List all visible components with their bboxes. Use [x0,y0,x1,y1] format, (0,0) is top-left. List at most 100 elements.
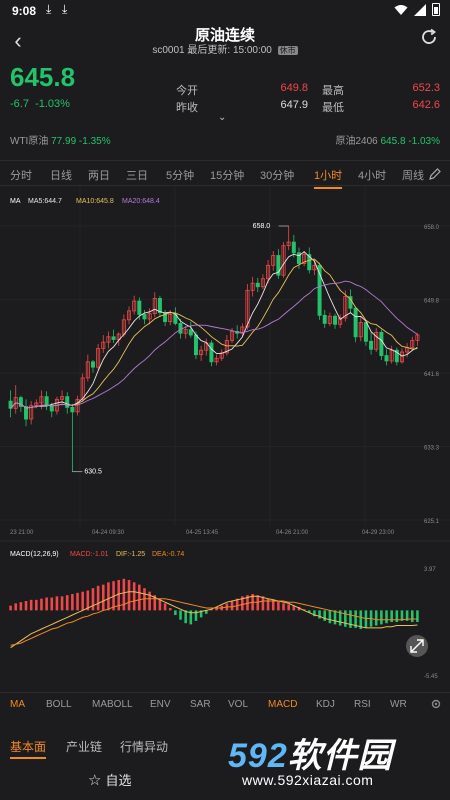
contract-2406-value: 645.8 [380,136,406,147]
macd-bar-positive [163,603,167,611]
contract-2406-quote[interactable]: 原油2406 645.8 -1.03% [335,132,440,147]
macd-bar-positive [256,595,260,611]
logo-brand: 软件园 [287,737,393,775]
tab-fundamentals[interactable]: 基本面 [10,738,47,759]
macd-bar-negative [179,610,182,620]
candle-down [188,329,193,336]
settings-icon[interactable] [430,698,442,710]
macd-bar-negative [385,610,388,624]
macd-bar-positive [19,602,23,611]
macd-y-tick: -5.45 [424,674,438,680]
tab-period-1h[interactable]: 1小时 [314,167,343,189]
x-tick-label: 23 21:00 [10,530,34,536]
tab-period-two-day[interactable]: 两日 [88,167,110,183]
site-url: www.592xiazai.com [242,772,374,788]
chart-grid [0,186,450,542]
tab-indicator-rsi[interactable]: RSI [354,699,371,710]
kline-chart[interactable]: MA MA5:644.7 MA10:645.8 MA20:648.4 658.0… [0,186,450,690]
macd-bar-negative [333,610,337,625]
tab-indicator-macd[interactable]: MACD [268,699,297,710]
tab-period-intraday[interactable]: 分时 [10,167,32,183]
open-label: 今开 [176,85,198,97]
tab-indicator-ma[interactable]: MA [10,699,25,710]
candle-down [209,342,214,363]
tab-period-30min[interactable]: 30分钟 [260,167,294,183]
tab-indicator-boll[interactable]: BOLL [46,699,72,710]
candle-down [137,300,142,315]
macd-bar-positive [91,588,95,611]
indicator-tabs: MA BOLL MABOLL ENV SAR VOL MACD KDJ RSI … [0,692,450,716]
tab-period-weekly[interactable]: 周线 [402,167,424,183]
download-icon: ⤓ [46,2,52,16]
tab-indicator-vol[interactable]: VOL [228,699,248,710]
x-tick-label: 04-25 13:45 [186,530,219,536]
tab-indicator-sar[interactable]: SAR [190,699,211,710]
x-tick-label: 04-29 23:00 [362,530,395,536]
candle-down [322,314,327,324]
edit-icon[interactable] [428,167,442,181]
tab-indicator-env[interactable]: ENV [150,699,171,710]
tab-indicator-kdj[interactable]: KDJ [316,699,335,710]
macd-bar-positive [266,598,270,611]
candles [8,226,420,472]
tab-period-15min[interactable]: 15分钟 [210,167,244,183]
site-logo: 592软件园 www.592xiazai.com [220,726,448,798]
tab-period-4h[interactable]: 4小时 [358,167,386,183]
contract-2406-percent: -1.03% [408,136,440,147]
top-nav: ‹ 原油连续 sc0001 最后更新: 15:00:00 休市 [0,22,450,60]
candle-down [379,331,384,356]
macd-bar-positive [96,585,100,611]
status-bar: 9:08 ⤓ ⤓ [0,0,450,22]
wti-value: 77.99 [51,136,77,147]
wti-label: WTI原油 [10,136,49,147]
macd-bar-negative [318,610,321,619]
macd-bar-negative [344,610,347,627]
macd-y-tick: 3.97 [424,567,436,573]
wti-percent: -1.35% [78,136,111,147]
ma5-legend: MA5:644.7 [28,198,62,205]
macd-bar-positive [76,592,79,611]
macd-bar-negative [380,610,383,625]
star-icon: ☆ [88,772,102,789]
macd-bar-positive [261,596,265,611]
price-change: -6.7 -1.03% [10,98,70,110]
contract-2406-label: 原油2406 [335,136,378,147]
candle-down [369,340,374,350]
logo-number: 592 [228,737,288,775]
candle-down [384,355,389,362]
refresh-button[interactable] [418,26,440,48]
low-value: 642.6 [412,99,440,111]
tab-period-daily[interactable]: 日线 [50,167,72,183]
add-favorite-button[interactable]: ☆ 自选 [88,770,131,789]
macd-bar-positive [65,595,69,611]
candle-down [44,396,49,407]
macd-bar-positive [287,604,290,611]
tab-industry-chain[interactable]: 产业链 [66,738,102,755]
tab-indicator-wr[interactable]: WR [390,699,407,710]
battery-icon [432,3,440,16]
macd-bar-positive [35,599,38,611]
macd-bar-negative [374,610,378,626]
candle-down [255,282,260,288]
favorite-label: 自选 [105,773,132,788]
wti-quote[interactable]: WTI原油 77.99 -1.35% [10,132,111,147]
candle-down [65,396,70,408]
low-label: 最低 [322,102,344,114]
y-tick-label: 633.3 [424,446,440,452]
macd-bar-negative [174,610,177,616]
tab-market-movements[interactable]: 行情异动 [120,738,168,755]
macd-bar-positive [81,591,84,611]
ma20-legend: MA20:648.4 [122,198,160,205]
tab-indicator-maboll[interactable]: MABOLL [92,699,133,710]
expand-quote-button[interactable]: ⌄ [218,112,226,123]
open-value: 649.8 [280,82,308,94]
fullscreen-button[interactable] [406,635,428,657]
macd-bar-negative [416,610,419,623]
macd-histogram [9,578,419,630]
y-tick-label: 658.0 [424,225,440,231]
tab-period-three-day[interactable]: 三日 [126,167,148,183]
x-tick-label: 04-26 21:00 [276,530,309,536]
macd-bar-positive [29,599,33,611]
macd-bar-positive [45,597,48,611]
tab-period-5min[interactable]: 5分钟 [166,167,194,183]
